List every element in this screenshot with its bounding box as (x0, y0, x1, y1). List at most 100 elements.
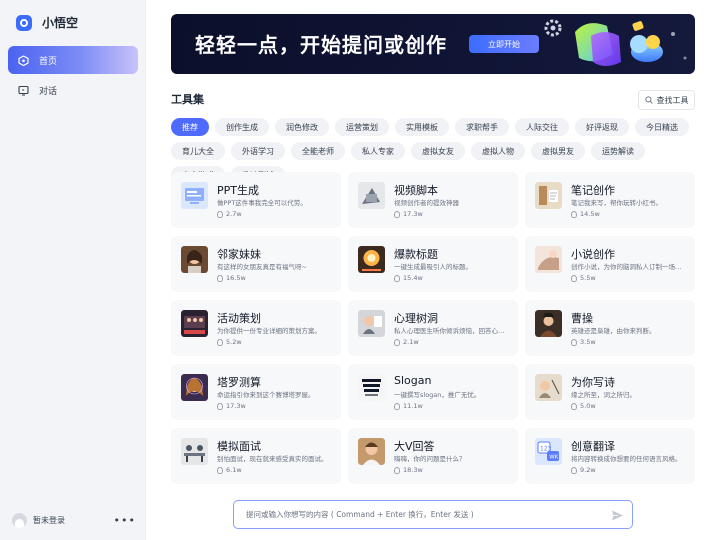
category-chip[interactable]: 全能老师 (291, 142, 345, 160)
svg-text:WK: WK (549, 455, 558, 461)
usage-count-value: 5.0w (580, 402, 596, 410)
category-chip[interactable]: 推荐 (171, 118, 209, 136)
chat-icon (18, 85, 29, 96)
usage-count: 16.5w (217, 274, 246, 282)
tool-thumbnail (358, 182, 385, 209)
tool-description: 视频创作者的提效神器 (394, 199, 459, 207)
usage-count: 5.5w (571, 274, 596, 282)
login-status[interactable]: 暂未登录 (33, 515, 65, 526)
sidebar: 小悟空 首页 对话 暂未登录 ••• (0, 0, 146, 540)
usage-count-value: 2.7w (226, 210, 242, 218)
hot-icon (217, 274, 223, 282)
usage-count-value: 9.2w (580, 466, 596, 474)
tool-thumbnail (358, 438, 385, 465)
start-now-button[interactable]: 立即开始 (469, 35, 539, 53)
hot-icon (571, 402, 577, 410)
category-chip[interactable]: 润色修改 (275, 118, 329, 136)
hot-icon (571, 466, 577, 474)
tool-card[interactable]: 为你写诗 缘之所至，词之所归。 5.0w (525, 364, 695, 420)
tool-thumbnail (181, 438, 208, 465)
tool-thumbnail (535, 374, 562, 401)
tool-description: 命运指引你来到这个赛博塔罗屋。 (217, 391, 315, 399)
tool-thumbnail (535, 246, 562, 273)
usage-count: 17.3w (217, 402, 246, 410)
category-chip[interactable]: 运营策划 (335, 118, 389, 136)
usage-count-value: 2.1w (403, 338, 419, 346)
brand[interactable]: 小悟空 (16, 14, 78, 31)
tool-card[interactable]: 爆款标题 一键生成最吸引人的标题。 15.4w (348, 236, 518, 292)
tool-card[interactable]: 邻家妹妹有这样的女朋友真是有福气呀~ 16.5w (171, 236, 341, 292)
usage-count-value: 6.1w (226, 466, 242, 474)
tool-card[interactable]: 活动策划 为你提供一份专业详细的策划方案。 5.2w (171, 300, 341, 356)
category-chip[interactable]: 私人专家 (351, 142, 405, 160)
tool-name: 塔罗测算 (217, 376, 261, 389)
usage-count-value: 3.5w (580, 338, 596, 346)
hot-icon (571, 274, 577, 282)
category-chip[interactable]: 好评返现 (575, 118, 629, 136)
tool-description: 一键生成最吸引人的标题。 (394, 263, 472, 271)
category-chip[interactable]: 虚拟男友 (531, 142, 585, 160)
find-tool-label: 查找工具 (656, 95, 689, 105)
hot-icon (217, 402, 223, 410)
usage-count: 14.5w (571, 210, 600, 218)
tool-thumbnail (181, 374, 208, 401)
tool-description: 有这样的女朋友真是有福气呀~ (217, 263, 307, 271)
nav-item-chat[interactable]: 对话 (8, 76, 138, 104)
prompt-input[interactable] (246, 510, 606, 519)
category-chip[interactable]: 虚拟人物 (471, 142, 525, 160)
tool-card[interactable]: 视频脚本视频创作者的提效神器 17.3w (348, 172, 518, 228)
search-icon (644, 96, 653, 104)
usage-count-value: 17.3w (226, 402, 246, 410)
hot-icon (571, 210, 577, 218)
tools-section-title: 工具集 (171, 93, 204, 106)
nav-label-home: 首页 (39, 56, 58, 67)
tool-description: 为你提供一份专业详细的策划方案。 (217, 327, 321, 335)
nav-item-home[interactable]: 首页 (8, 46, 138, 74)
tool-description: 私人心理医生听你倾诉烦恼，回答心理问题 (394, 327, 508, 335)
tool-card[interactable]: 大V回答 嗨嗨，你的问题是什么？ 18.3w (348, 428, 518, 484)
nav-label-chat: 对话 (39, 86, 58, 97)
category-chip[interactable]: 人际交往 (515, 118, 569, 136)
send-icon[interactable] (611, 509, 624, 522)
find-tool-button[interactable]: 查找工具 (638, 90, 695, 110)
tool-name: 曹操 (571, 312, 593, 325)
usage-count: 17.3w (394, 210, 423, 218)
category-chip[interactable]: 创作生成 (215, 118, 269, 136)
usage-count-value: 5.2w (226, 338, 242, 346)
tool-card[interactable]: 曹操 英雄还是枭雄，由你来判断。 3.5w (525, 300, 695, 356)
usage-count: 9.2w (571, 466, 596, 474)
tool-card[interactable]: 123 WK 创意翻译 将内容转换成你想要的任何语言风格。 9.2w (525, 428, 695, 484)
hot-icon (394, 274, 400, 282)
tool-name: 心理树洞 (394, 312, 438, 325)
tool-card[interactable]: Slogan 一键撰写slogan，推广无忧。 11.1w (348, 364, 518, 420)
tool-card[interactable]: 笔记创作 笔记我来写，帮你玩转小红书。 14.5w (525, 172, 695, 228)
hot-icon (217, 338, 223, 346)
category-chip[interactable]: 运势解读 (591, 142, 645, 160)
tool-name: 笔记创作 (571, 184, 615, 197)
usage-count: 11.1w (394, 402, 423, 410)
tool-name: 邻家妹妹 (217, 248, 261, 261)
tool-card[interactable]: 模拟面试 别怕面试，现在就来感受真实的面试。 6.1w (171, 428, 341, 484)
hot-icon (217, 466, 223, 474)
tool-card[interactable]: 小说创作 创作小说，为你的脑洞私人订制一场盛宴 5.5w (525, 236, 695, 292)
avatar[interactable] (12, 513, 27, 528)
category-chip[interactable]: 实用模板 (395, 118, 449, 136)
tool-description: 做PPT这件事我完全可以代劳。 (217, 199, 307, 207)
tool-name: 小说创作 (571, 248, 615, 261)
category-chip[interactable]: 求职帮手 (455, 118, 509, 136)
tool-grid: PPT生成 做PPT这件事我完全可以代劳。 2.7w 视频脚本 视频创作者的提效神器 17… (171, 172, 695, 484)
tool-card[interactable]: 塔罗测算命运指引你来到这个赛博塔罗屋。 17.3w (171, 364, 341, 420)
tool-name: 模拟面试 (217, 440, 261, 453)
tool-thumbnail (358, 310, 385, 337)
category-chip[interactable]: 育儿大全 (171, 142, 225, 160)
tool-name: 视频脚本 (394, 184, 438, 197)
category-chip[interactable]: 今日精选 (635, 118, 689, 136)
prompt-composer (233, 500, 633, 529)
tool-card[interactable]: 心理树洞私人心理医生听你倾诉烦恼，回答心理问题 2.1w (348, 300, 518, 356)
category-chip[interactable]: 虚拟女友 (411, 142, 465, 160)
more-options-icon[interactable]: ••• (114, 514, 136, 527)
tool-description: 将内容转换成你想要的任何语言风格。 (571, 455, 682, 463)
usage-count-value: 15.4w (403, 274, 423, 282)
category-chip[interactable]: 外语学习 (231, 142, 285, 160)
tool-card[interactable]: PPT生成 做PPT这件事我完全可以代劳。 2.7w (171, 172, 341, 228)
